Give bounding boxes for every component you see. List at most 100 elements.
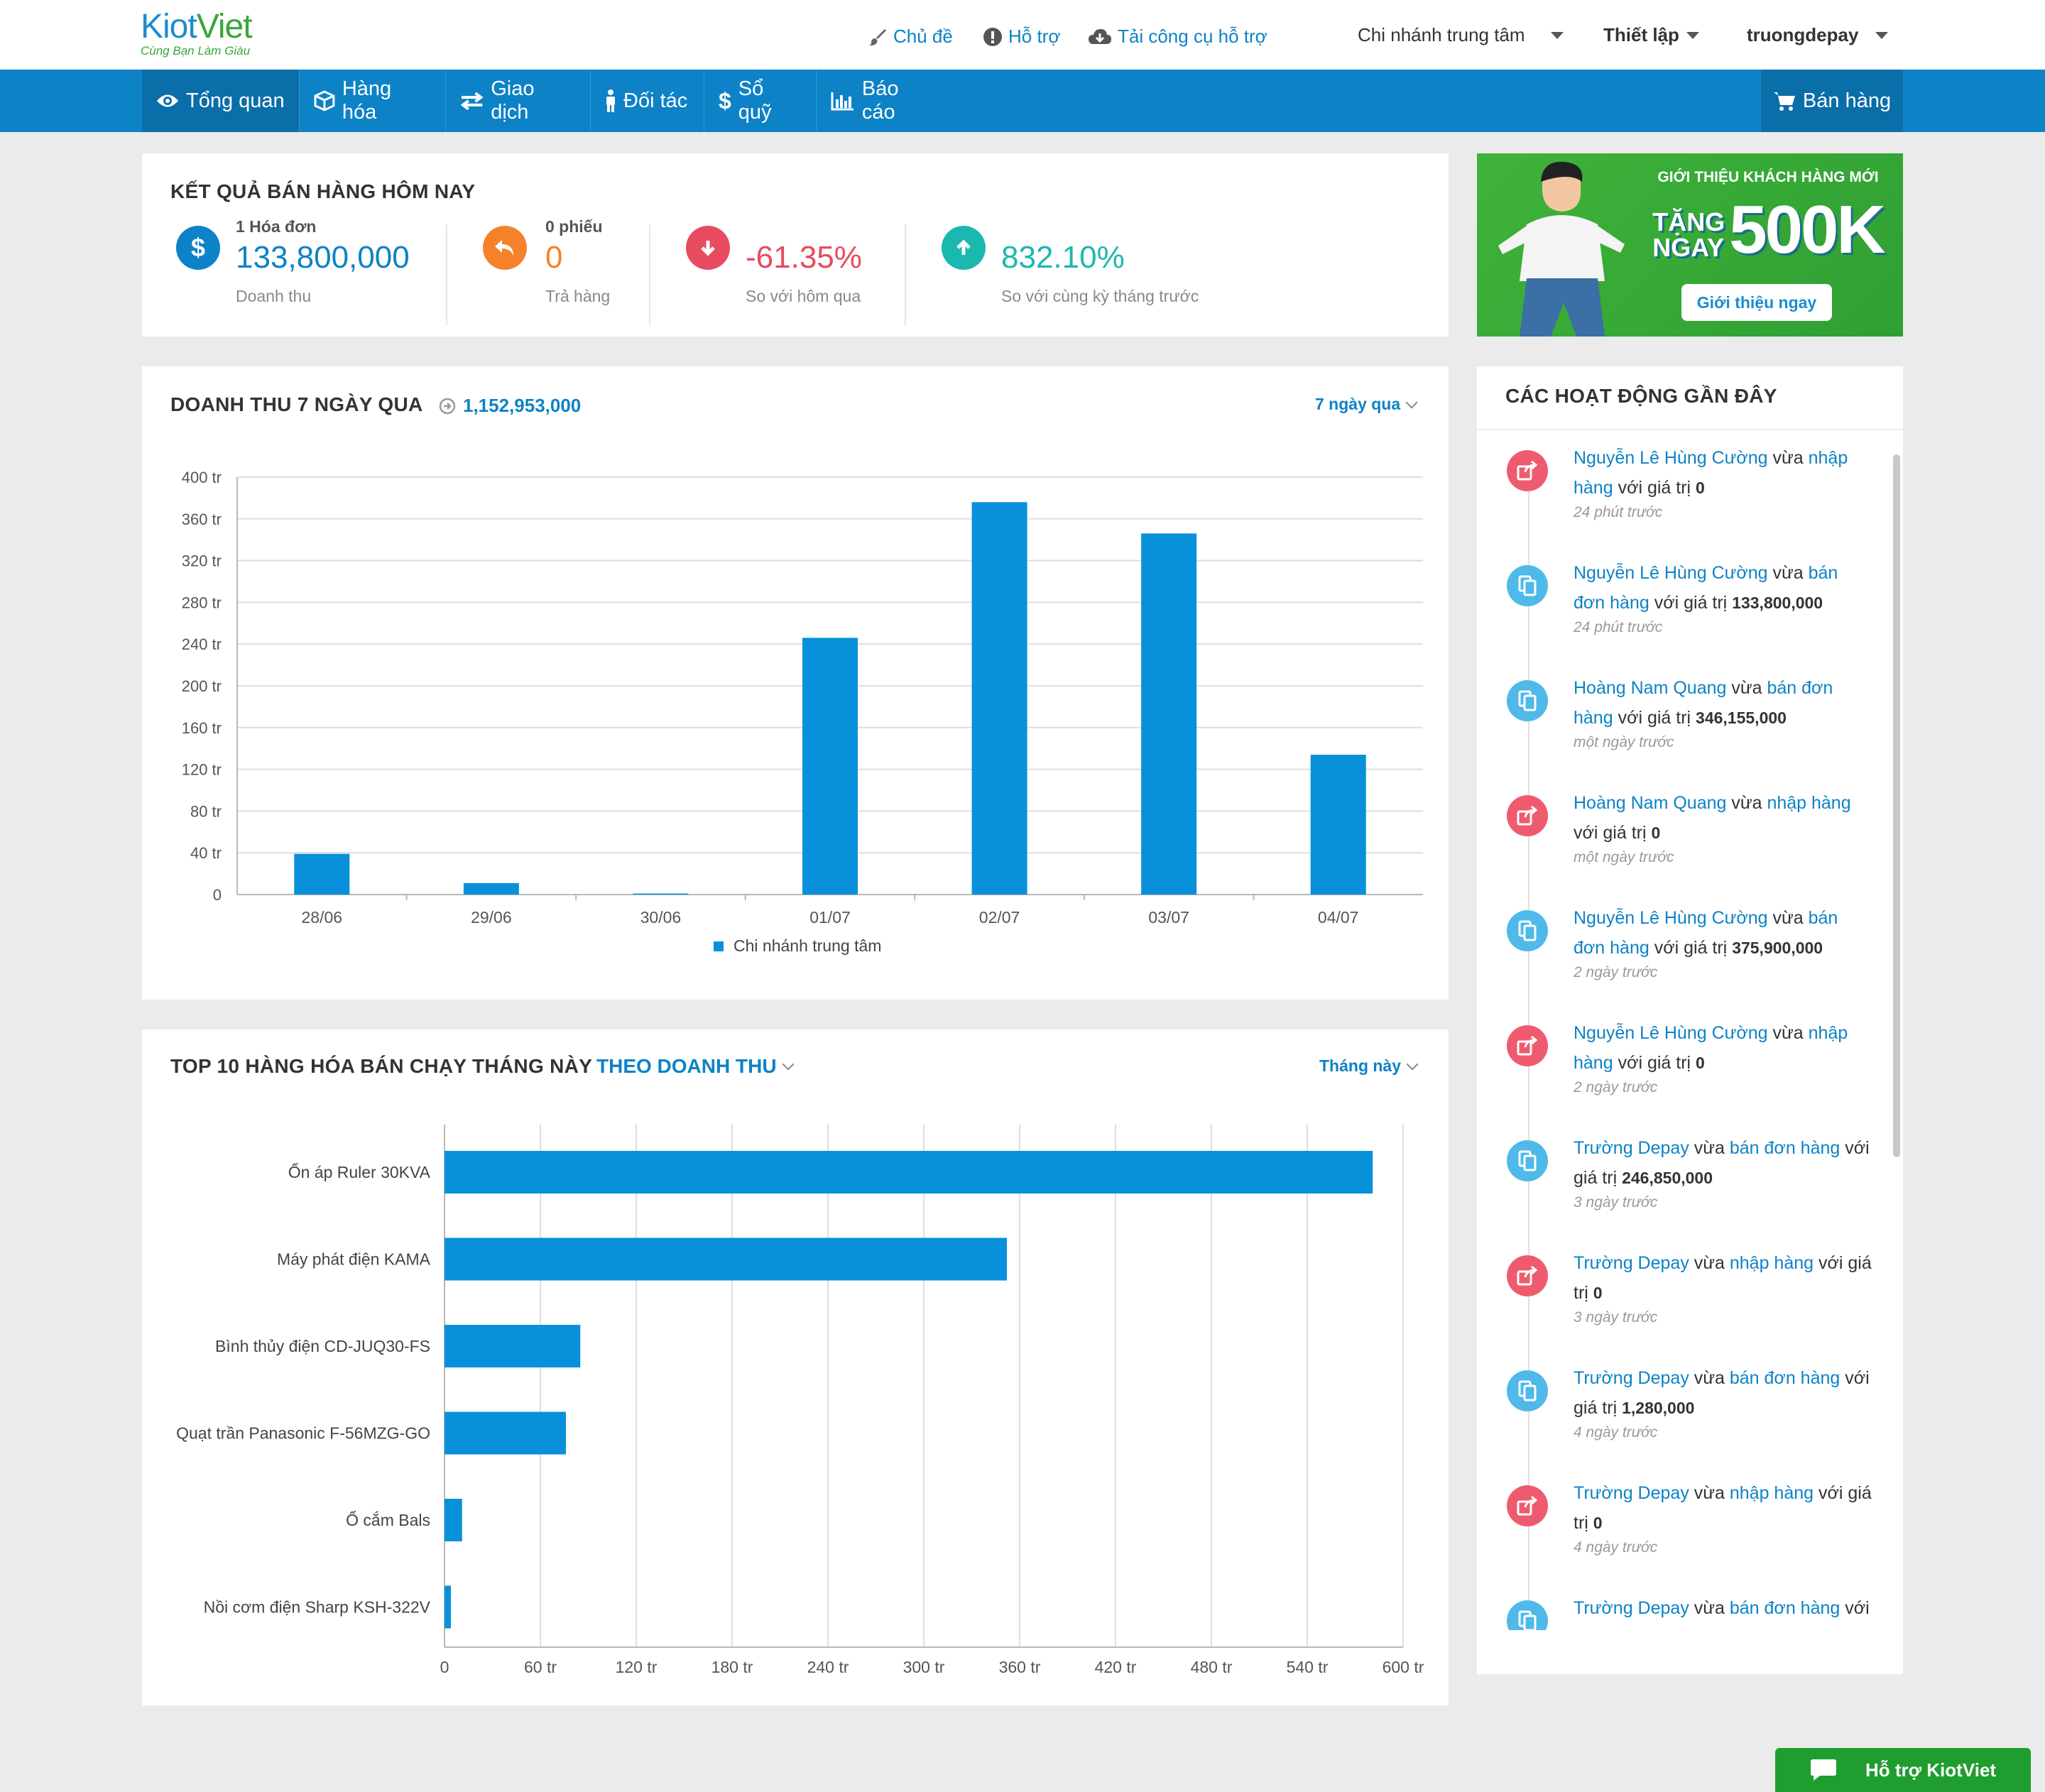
invoice-copy-icon (1507, 1140, 1548, 1181)
x-tick-label: 360 tr (999, 1658, 1041, 1676)
dollar-circle-icon: $ (176, 226, 220, 270)
activity-scrollbar[interactable] (1893, 454, 1900, 1157)
top-products-bar-chart: 0 60 tr 120 tr 180 tr 240 tr 300 tr 360 tr 420 … (176, 1125, 1424, 1676)
activity-user-link[interactable]: Hoàng Nam Quang (1574, 678, 1726, 698)
settings-dropdown[interactable]: Thiết lập (1603, 24, 1699, 46)
y-tick-label: 240 tr (182, 635, 222, 653)
activity-item: Nguyễn Lê Hùng Cường vừa nhập hàng với g… (1477, 1005, 1903, 1120)
activity-text: Trường Depay vừa bán đơn hàng với giá tr… (1574, 1593, 1872, 1630)
activity-action-link[interactable]: bán đơn hàng (1730, 1368, 1840, 1388)
activity-user-link[interactable]: Nguyễn Lê Hùng Cường (1574, 448, 1768, 468)
support-link[interactable]: Hỗ trợ (983, 26, 1060, 48)
activity-text: Nguyễn Lê Hùng Cường vừa nhập hàng với g… (1574, 443, 1872, 503)
activity-text: Trường Depay vừa nhập hàng với giá trị 0 (1574, 1478, 1872, 1538)
refer-now-button[interactable]: Giới thiệu ngay (1681, 284, 1832, 321)
x-tick-label: 03/07 (1148, 908, 1189, 927)
theme-link[interactable]: Chủ đề (868, 26, 953, 48)
invoice-copy-icon (1507, 1370, 1548, 1411)
legend-swatch (714, 941, 724, 951)
activity-action-link[interactable]: nhập hàng (1730, 1253, 1814, 1273)
dollar-icon: $ (719, 87, 731, 114)
import-share-icon (1507, 795, 1548, 836)
activity-user-link[interactable]: Trường Depay (1574, 1138, 1689, 1158)
nav-item-label: Hàng hóa (342, 77, 392, 124)
activity-amount: 0 (1593, 1514, 1603, 1532)
activity-amount: 133,800,000 (1732, 594, 1823, 612)
user-dropdown[interactable]: truongdepay (1747, 24, 1889, 46)
activity-item: Trường Depay vừa nhập hàng với giá trị 0… (1477, 1465, 1903, 1580)
y-tick-label: 320 tr (182, 552, 222, 570)
activity-item: Nguyễn Lê Hùng Cường vừa nhập hàng với g… (1477, 430, 1903, 545)
activity-time: 2 ngày trước (1574, 964, 1658, 980)
logo-text-viet: Viet (196, 8, 253, 45)
activity-text: Hoàng Nam Quang vừa nhập hàng với giá tr… (1574, 788, 1872, 848)
x-tick-label: 480 tr (1191, 1658, 1233, 1676)
invoice-copy-icon (1507, 565, 1548, 606)
y-tick-label: 160 tr (182, 719, 222, 737)
product-bar (445, 1238, 1007, 1281)
x-tick-label: 300 tr (903, 1658, 945, 1676)
activity-action-link[interactable]: nhập hàng (1767, 793, 1850, 813)
activity-user-link[interactable]: Nguyễn Lê Hùng Cường (1574, 563, 1768, 583)
invoice-copy-icon (1507, 680, 1548, 721)
nav-item-label: Giao dịch (491, 77, 535, 124)
nav-item-label: Đối tác (623, 89, 688, 112)
invoice-count: 1 Hóa đơn (236, 217, 317, 236)
activity-user-link[interactable]: Trường Depay (1574, 1598, 1689, 1618)
top-products-panel: TOP 10 HÀNG HÓA BÁN CHẠY THÁNG NÀY THEO … (142, 1029, 1449, 1705)
y-tick-label: 360 tr (182, 510, 222, 528)
activity-verb: vừa (1767, 1023, 1809, 1043)
nav-item-overview[interactable]: Tổng quan (142, 70, 300, 132)
activity-text: Nguyễn Lê Hùng Cường vừa bán đơn hàng vớ… (1574, 903, 1872, 963)
vs-lastmonth-value: 832.10% (1001, 240, 1125, 275)
activity-action-link[interactable]: bán đơn hàng (1730, 1138, 1840, 1158)
nav-item-products[interactable]: Hàng hóa (300, 70, 446, 132)
y-tick-label: 200 tr (182, 677, 222, 695)
support-chat-button[interactable]: Hỗ trợ KiotViet (1775, 1748, 2031, 1792)
nav-item-partners[interactable]: Đối tác (591, 70, 704, 132)
returns-value: 0 (545, 240, 563, 275)
activity-user-link[interactable]: Trường Depay (1574, 1368, 1689, 1388)
nav-item-transactions[interactable]: Giao dịch (446, 70, 591, 132)
vs-yesterday-value: -61.35% (746, 240, 862, 275)
activity-amount: 0 (1651, 824, 1661, 842)
branch-dropdown[interactable]: Chi nhánh trung tâm (1358, 24, 1564, 46)
arrow-up-circle-icon (942, 226, 986, 270)
referral-banner[interactable]: GIỚI THIỆU KHÁCH HÀNG MỚI TẶNG NGAY500K G… (1477, 153, 1903, 337)
nav-item-cashbook[interactable]: $ Sổ quỹ (704, 70, 817, 132)
activity-user-link[interactable]: Trường Depay (1574, 1483, 1689, 1503)
revenue-bar (802, 638, 858, 895)
legend-label: Chi nhánh trung tâm (734, 936, 881, 955)
recent-activity-panel: CÁC HOẠT ĐỘNG GẦN ĐÂY Nguyễn Lê Hùng Cườ… (1477, 366, 1903, 1674)
person-icon (606, 89, 615, 112)
support-label: Hỗ trợ KiotViet (1865, 1759, 1997, 1781)
bar-chart-icon (831, 92, 854, 111)
activity-verb: vừa (1726, 793, 1767, 813)
activity-user-link[interactable]: Nguyễn Lê Hùng Cường (1574, 1023, 1768, 1043)
product-label: Bình thủy điện CD-JUQ30-FS (215, 1337, 430, 1355)
activity-mid: với giá trị (1613, 708, 1696, 728)
activity-amount: 246,850,000 (1622, 1169, 1713, 1187)
activity-user-link[interactable]: Nguyễn Lê Hùng Cường (1574, 908, 1768, 928)
activity-user-link[interactable]: Trường Depay (1574, 1253, 1689, 1273)
activity-user-link[interactable]: Hoàng Nam Quang (1574, 793, 1726, 813)
banner-heading: GIỚI THIỆU KHÁCH HÀNG MỚI (1657, 169, 1879, 185)
activity-action-link[interactable]: bán đơn hàng (1730, 1598, 1840, 1618)
download-label: Tải công cụ hỗ trợ (1118, 26, 1267, 47)
activity-action-link[interactable]: nhập hàng (1730, 1483, 1814, 1503)
divider (446, 224, 447, 325)
sell-button[interactable]: Bán hàng (1761, 70, 1903, 132)
activity-verb: vừa (1767, 908, 1809, 928)
activity-time: 4 ngày trước (1574, 1424, 1658, 1441)
kiotviet-logo[interactable]: KiotViet Cùng Bạn Làm Giàu (141, 7, 253, 58)
nav-item-reports[interactable]: Báo cáo (817, 70, 951, 132)
import-share-icon (1507, 1485, 1548, 1526)
vs-lastmonth-caption: So với cùng kỳ tháng trước (1001, 287, 1199, 305)
revenue-caption: Doanh thu (236, 287, 312, 305)
download-tools-link[interactable]: Tải công cụ hỗ trợ (1088, 26, 1267, 48)
activity-amount: 11,250,000 (1622, 1629, 1703, 1630)
activity-verb: vừa (1767, 563, 1809, 583)
nav-item-label: Tổng quan (186, 89, 285, 112)
activity-item: Nguyễn Lê Hùng Cường vừa bán đơn hàng vớ… (1477, 890, 1903, 1005)
y-tick-label: 40 tr (190, 844, 222, 862)
